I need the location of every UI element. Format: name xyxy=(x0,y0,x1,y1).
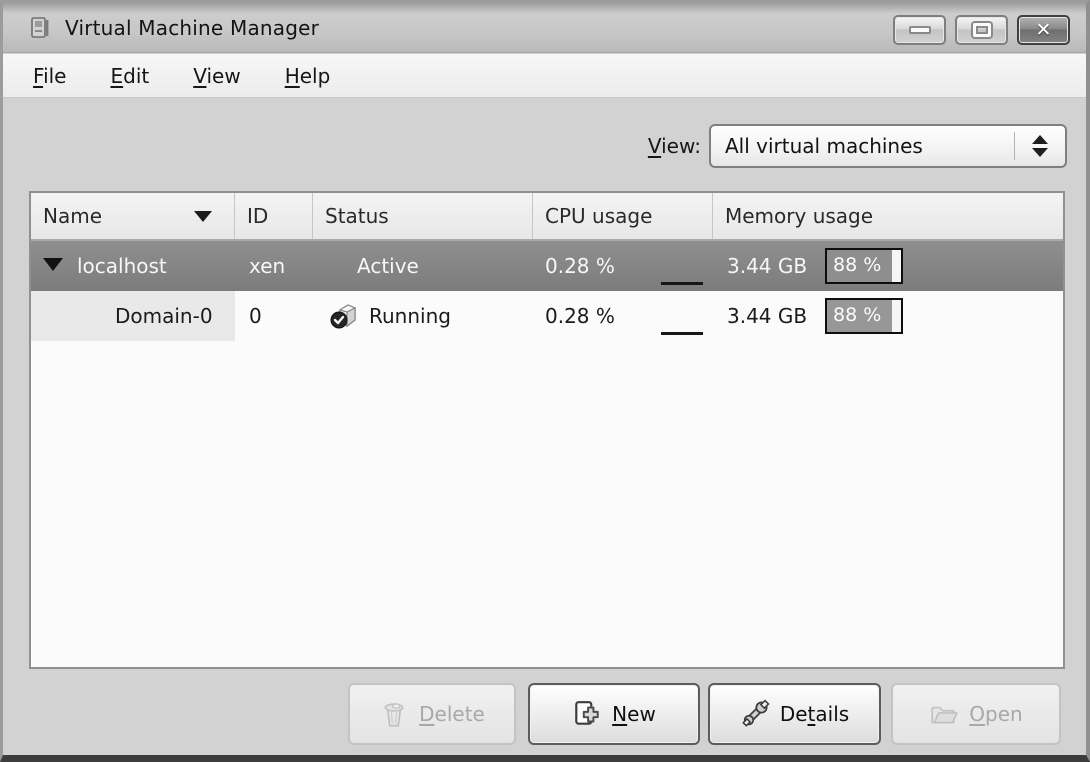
maximize-icon xyxy=(972,23,991,37)
header-id[interactable]: ID xyxy=(235,193,313,239)
window-title: Virtual Machine Manager xyxy=(65,15,320,40)
expander-icon[interactable] xyxy=(43,258,63,271)
header-name[interactable]: Name xyxy=(31,193,235,239)
vm-status: Running xyxy=(369,304,451,328)
memory-percent: 88 % xyxy=(833,304,882,326)
memory-usage-bar: 88 % xyxy=(825,248,903,284)
folder-icon xyxy=(931,706,958,724)
table-row-localhost[interactable]: localhost xen Active 0.28 % 3.44 GB 88 % xyxy=(31,241,1063,291)
window-controls: ✕ xyxy=(893,15,1070,45)
details-button[interactable]: Details xyxy=(708,683,881,745)
header-cpu-usage[interactable]: CPU usage xyxy=(533,193,713,239)
close-icon: ✕ xyxy=(1035,18,1052,41)
menu-help[interactable]: Help xyxy=(275,59,341,93)
vm-cpu-usage: 0.28 % xyxy=(545,254,615,278)
sort-desc-icon xyxy=(194,210,212,222)
menu-edit[interactable]: Edit xyxy=(100,59,159,93)
cpu-sparkline xyxy=(661,282,703,285)
vm-status: Active xyxy=(357,254,419,278)
view-filter-combobox[interactable]: All virtual machines xyxy=(709,124,1067,168)
new-button[interactable]: New xyxy=(528,683,700,745)
vm-list: Name ID Status CPU usage Memory usage lo… xyxy=(29,191,1065,669)
vm-cpu-usage: 0.28 % xyxy=(545,304,615,328)
menubar: File Edit View Help xyxy=(3,54,1086,98)
view-filter-value: All virtual machines xyxy=(725,134,923,158)
vm-id: xen xyxy=(249,254,286,278)
view-filter-label: View: xyxy=(647,134,701,158)
header-status[interactable]: Status xyxy=(313,193,533,239)
minimize-button[interactable] xyxy=(893,15,946,45)
vm-name: Domain-0 xyxy=(115,304,213,328)
titlebar[interactable]: Virtual Machine Manager ✕ xyxy=(3,3,1086,53)
menu-file[interactable]: File xyxy=(23,59,76,93)
cpu-sparkline xyxy=(661,332,703,335)
maximize-button[interactable] xyxy=(955,15,1008,45)
menu-view[interactable]: View xyxy=(183,59,250,93)
open-button[interactable]: Open xyxy=(891,683,1061,745)
running-status-icon xyxy=(330,304,357,329)
virtual-machine-manager-window: Virtual Machine Manager ✕ File Edit View… xyxy=(0,0,1090,762)
close-button[interactable]: ✕ xyxy=(1017,15,1070,45)
trash-icon xyxy=(384,703,404,727)
delete-button[interactable]: Delete xyxy=(348,683,516,745)
table-row-domain-0[interactable]: Domain-0 0 Running 0.28 % 3.44 GB 88 % xyxy=(31,291,1063,341)
combo-arrows-icon xyxy=(1015,135,1065,157)
vm-memory: 3.44 GB xyxy=(727,304,808,328)
memory-percent: 88 % xyxy=(833,254,882,276)
minimize-icon xyxy=(908,26,931,34)
new-vm-icon xyxy=(575,701,599,725)
header-memory-usage[interactable]: Memory usage xyxy=(713,193,1063,239)
vm-memory: 3.44 GB xyxy=(727,254,808,278)
vm-id: 0 xyxy=(249,304,262,328)
wrench-icon xyxy=(742,699,770,727)
vm-list-header: Name ID Status CPU usage Memory usage xyxy=(31,193,1063,241)
app-icon xyxy=(31,16,49,38)
memory-usage-bar: 88 % xyxy=(825,298,903,334)
